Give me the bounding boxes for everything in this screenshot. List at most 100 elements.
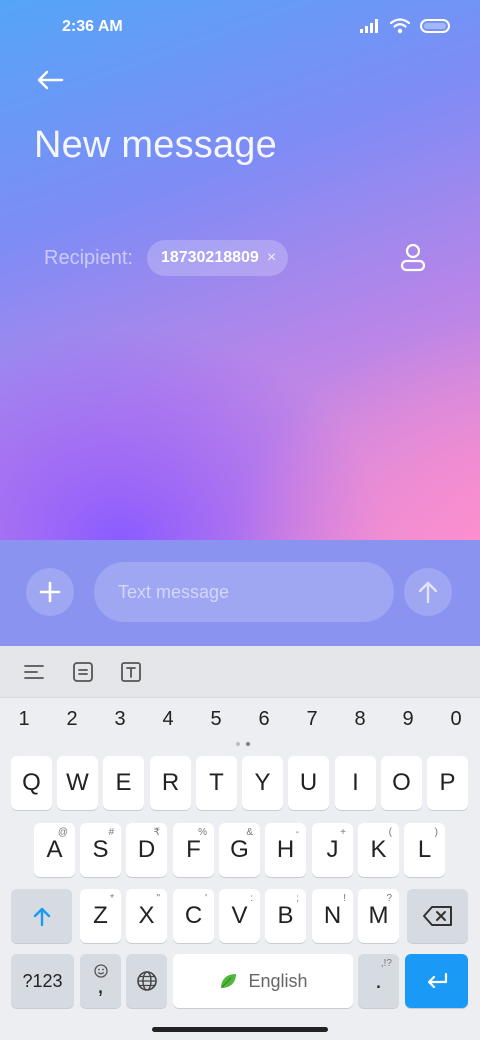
keyboard-toolbar <box>0 646 480 698</box>
number-row: 1 2 3 4 5 6 7 8 9 0 <box>0 708 480 738</box>
status-bar: 2:36 AM <box>0 0 480 56</box>
status-icons <box>360 18 450 34</box>
key-t[interactable]: T <box>196 756 237 810</box>
page-indicator <box>236 742 250 746</box>
key-n-label: N <box>323 902 342 929</box>
key-9[interactable]: 9 <box>393 708 423 731</box>
key-i[interactable]: I <box>335 756 376 810</box>
key-8[interactable]: 8 <box>345 708 375 731</box>
backspace-icon <box>422 906 452 926</box>
arrow-up-icon <box>418 581 438 604</box>
key-y[interactable]: Y <box>242 756 283 810</box>
person-icon <box>400 243 426 272</box>
recipient-chip-number: 18730218809 <box>160 249 259 266</box>
key-u[interactable]: U <box>288 756 329 810</box>
key-l[interactable]: L) <box>404 823 445 877</box>
key-z-label: Z <box>93 902 108 929</box>
key-0[interactable]: 0 <box>441 708 471 731</box>
key-3[interactable]: 3 <box>105 708 135 731</box>
key-b-hint: ; <box>296 893 299 904</box>
key-s[interactable]: S # <box>80 823 121 877</box>
key-m-label: M <box>368 902 389 929</box>
key-4[interactable]: 4 <box>153 708 183 731</box>
key-6[interactable]: 6 <box>249 708 279 731</box>
text-box-icon <box>121 662 141 682</box>
key-e[interactable]: E <box>103 756 144 810</box>
key-x-label: X <box>138 902 155 929</box>
key-a[interactable]: A @ <box>34 823 75 877</box>
key-b[interactable]: B; <box>265 889 306 943</box>
globe-icon <box>136 971 157 991</box>
key-r[interactable]: R <box>150 756 191 810</box>
key-o[interactable]: O <box>381 756 422 810</box>
comma-label: , <box>97 972 104 999</box>
key-2[interactable]: 2 <box>57 708 87 731</box>
plus-icon <box>39 581 61 603</box>
key-x-hint: " <box>156 893 160 904</box>
page-dot <box>236 742 240 746</box>
key-s-label: S <box>92 836 109 863</box>
clipboard-button[interactable] <box>71 660 95 684</box>
key-g-hint: & <box>246 827 253 838</box>
key-7[interactable]: 7 <box>297 708 327 731</box>
key-z-hint: * <box>110 893 114 904</box>
key-j-label: J <box>326 836 339 863</box>
backspace-key[interactable] <box>407 889 468 943</box>
key-l-hint: ) <box>434 827 438 838</box>
key-w[interactable]: W <box>57 756 98 810</box>
chip-close-icon[interactable]: × <box>267 249 276 267</box>
battery-icon <box>420 19 450 33</box>
key-j-hint: + <box>340 827 346 838</box>
symbols-key[interactable]: ?123 <box>11 954 74 1008</box>
key-j[interactable]: J + <box>312 823 353 877</box>
key-k-label: K <box>370 836 387 863</box>
enter-key[interactable] <box>405 954 468 1008</box>
period-key[interactable]: .,!? <box>358 954 399 1008</box>
key-x[interactable]: X " <box>126 889 167 943</box>
keyboard: 1 2 3 4 5 6 7 8 9 0 Q W E R T Y U I O P … <box>0 646 480 1040</box>
key-g-label: G <box>230 836 249 863</box>
language-key[interactable] <box>126 954 167 1008</box>
key-v[interactable]: V: <box>219 889 260 943</box>
key-k[interactable]: K( <box>358 823 399 877</box>
period-label: . <box>375 967 382 994</box>
page-title: New message <box>34 124 277 166</box>
key-d[interactable]: D ₹ <box>126 823 167 877</box>
comma-emoji-key[interactable]: , <box>80 954 121 1008</box>
home-indicator[interactable] <box>152 1027 328 1032</box>
add-attachment-button[interactable] <box>26 568 74 616</box>
key-m[interactable]: M? <box>358 889 399 943</box>
shift-arrow-icon <box>33 907 50 927</box>
key-h[interactable]: H- <box>265 823 306 877</box>
enter-arrow-icon <box>427 972 447 989</box>
text-align-button[interactable] <box>22 660 46 684</box>
key-5[interactable]: 5 <box>201 708 231 731</box>
recipient-label: Recipient: <box>44 246 133 269</box>
period-hint: ,!? <box>380 958 392 969</box>
key-c-label: C <box>184 902 203 929</box>
send-button[interactable] <box>404 568 452 616</box>
space-key[interactable]: English <box>173 954 353 1008</box>
text-lines-icon <box>24 665 44 679</box>
text-format-button[interactable] <box>119 660 143 684</box>
contact-picker-button[interactable] <box>398 242 428 272</box>
key-f[interactable]: F% <box>173 823 214 877</box>
key-n[interactable]: N! <box>312 889 353 943</box>
key-h-label: H <box>276 836 295 863</box>
key-z[interactable]: Z * <box>80 889 121 943</box>
space-label: English <box>248 970 308 991</box>
back-button[interactable] <box>32 62 68 98</box>
key-g[interactable]: G & <box>219 823 260 877</box>
key-p[interactable]: P <box>427 756 468 810</box>
shift-key[interactable] <box>11 889 72 943</box>
arrow-left-icon <box>37 70 64 90</box>
key-1[interactable]: 1 <box>9 708 39 731</box>
key-l-label: L <box>417 836 432 863</box>
recipient-chip[interactable]: 18730218809 × <box>146 240 289 276</box>
key-d-hint: ₹ <box>153 827 160 838</box>
key-c-hint: ' <box>205 893 207 904</box>
key-n-hint: ! <box>343 893 346 904</box>
key-q[interactable]: Q <box>11 756 52 810</box>
key-c[interactable]: C ' <box>173 889 214 943</box>
message-input[interactable] <box>94 562 394 622</box>
